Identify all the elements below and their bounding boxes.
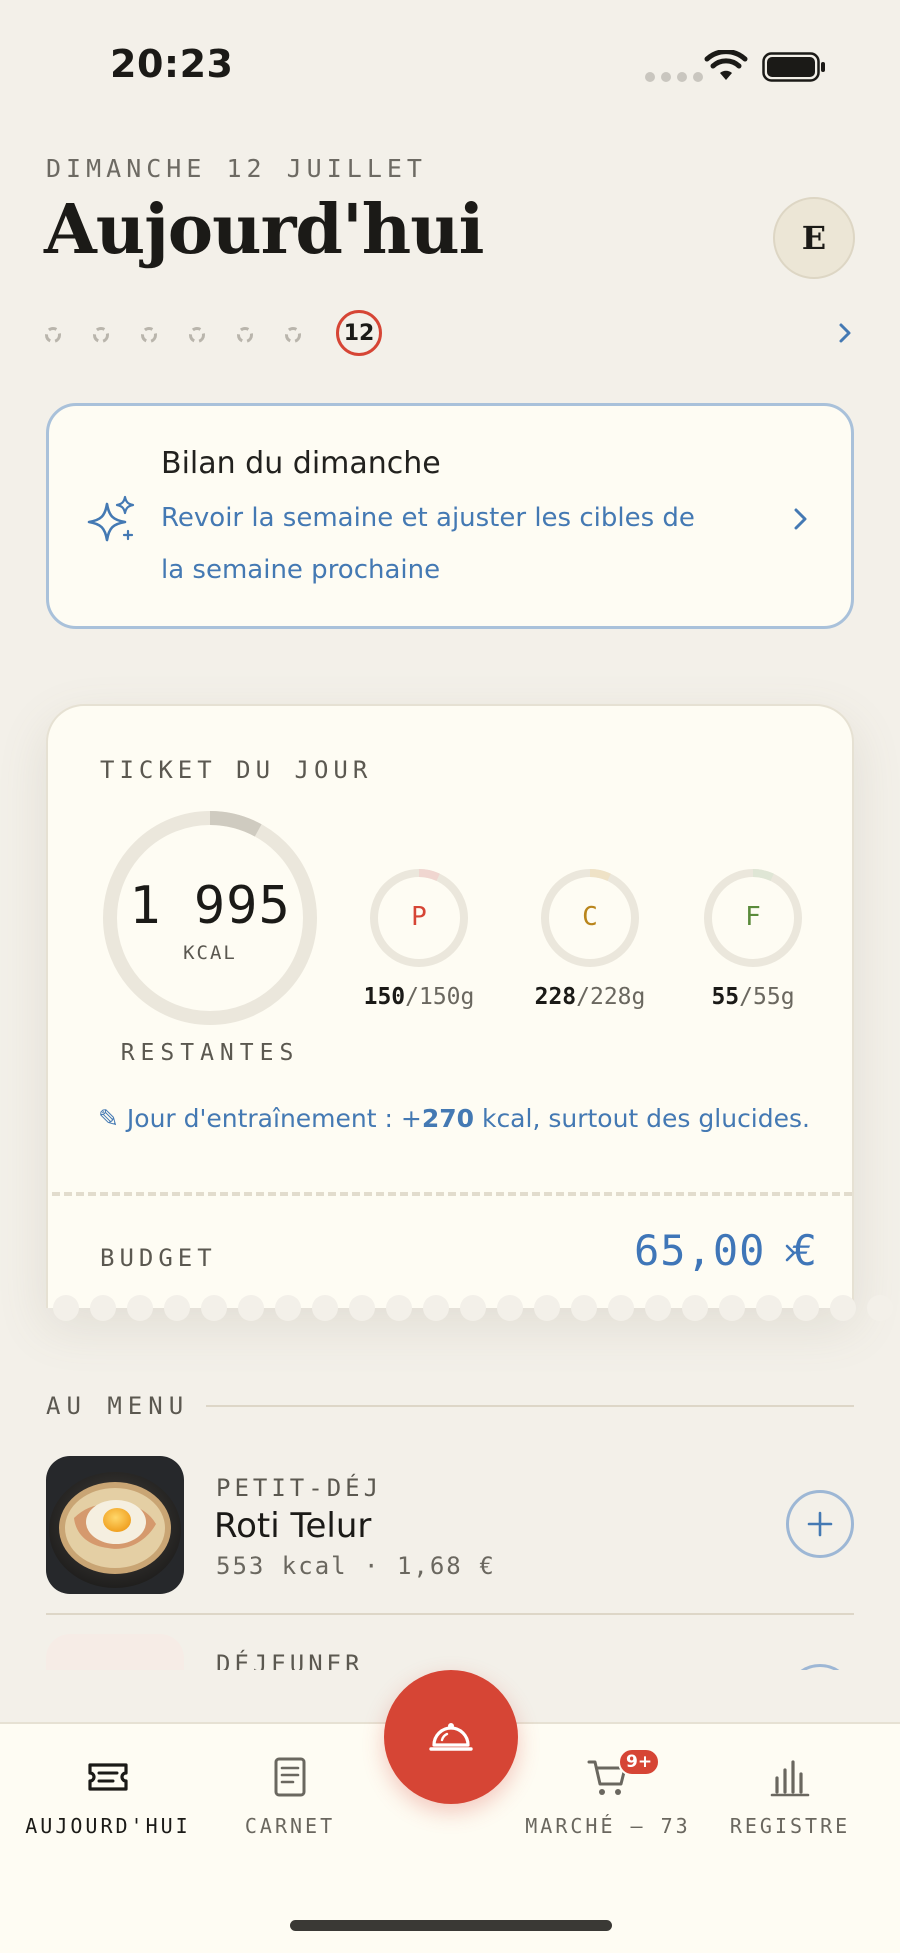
training-note-value: 270 [421,1104,475,1133]
day-progress-icon[interactable] [92,326,110,344]
status-bar: 20:23 [0,0,900,130]
add-meal-fab[interactable] [384,1670,518,1804]
chevron-right-icon [794,508,807,530]
battery-icon [762,52,825,82]
cloche-icon [429,1723,473,1751]
protein-letter: P [411,902,427,932]
tab-market[interactable]: 9+ MARCHÉ — 73 [518,1748,698,1838]
tab-label: AUJOURD'HUI [25,1814,191,1838]
tab-registry[interactable]: REGISTRE [700,1754,880,1838]
training-note: ✎ Jour d'entraînement : +270 kcal, surto… [98,1104,810,1133]
tab-today[interactable]: AUJOURD'HUI [18,1754,198,1838]
page-title: Aujourd'hui [44,190,484,270]
ticket-scalloped-edge [53,1295,893,1321]
training-note-suffix: kcal, surtout des glucides. [474,1104,810,1133]
macro-carbs: C 228/228g [525,866,655,1010]
tab-label: REGISTRE [729,1814,851,1838]
meal-photo[interactable] [46,1634,184,1670]
protein-total: /150g [405,984,475,1010]
day-progress-icon[interactable] [188,326,206,344]
chevron-right-icon[interactable] [782,1240,800,1266]
protein-remaining: 150 [363,984,406,1010]
calories-unit: KCAL [183,942,237,964]
fat-letter: F [745,902,761,932]
ticket-label: TICKET DU JOUR [100,756,373,784]
tab-label: CARNET [244,1814,336,1838]
carbs-letter: C [582,902,598,932]
avatar[interactable]: E [773,197,855,279]
notebook-icon [274,1757,306,1797]
cellular-signal-icon [645,72,703,82]
calories-caption: RESTANTES [120,1040,300,1066]
macro-protein: P 150/150g [354,866,484,1010]
carbs-amount: 228/228g [525,984,655,1010]
status-time: 20:23 [110,42,234,86]
fat-total: /55g [739,984,795,1010]
weekly-review-card[interactable]: Bilan du dimanche Revoir la semaine et a… [46,403,854,629]
meal-item-partial: DÉJEUNER [0,1614,900,1670]
add-meal-button[interactable] [786,1664,854,1670]
fat-amount: 55/55g [688,984,818,1010]
day-progress-icon[interactable] [236,326,254,344]
add-meal-button[interactable] [786,1490,854,1558]
training-note-prefix: ✎ Jour d'entraînement : + [98,1104,422,1133]
day-progress-icon[interactable] [140,326,158,344]
menu-divider [206,1405,854,1407]
day-progress-icon[interactable] [44,326,62,344]
meal-name[interactable]: Roti Telur [214,1506,371,1546]
carbs-remaining: 228 [534,984,577,1010]
calories-remaining-value: 1 995 [129,876,291,936]
ticket-icon [88,1763,128,1791]
meal-type: PETIT-DÉJ [216,1474,383,1502]
carbs-total: /228g [576,984,646,1010]
day-progress-icon[interactable] [284,326,302,344]
macro-fat: F 55/55g [688,866,818,1010]
avatar-initial: E [801,219,827,257]
budget-label: BUDGET [100,1244,217,1272]
date-label: DIMANCHE 12 JUILLET [46,154,427,183]
week-strip: 12 [44,310,864,358]
daily-ticket-card: TICKET DU JOUR 1 995 KCAL RESTANTES P 15… [46,704,854,1308]
wifi-icon [704,50,748,80]
home-indicator [290,1920,612,1931]
ticket-perforation [52,1192,852,1196]
meal-type: DÉJEUNER [216,1650,364,1670]
menu-section-header: AU MENU [46,1392,190,1420]
tab-notebook[interactable]: CARNET [200,1754,380,1838]
sparkle-icon [87,495,135,542]
protein-amount: 150/150g [354,984,484,1010]
tab-label: MARCHÉ — 73 [525,1814,691,1838]
meal-photo[interactable] [46,1456,184,1594]
meal-meta: 553 kcal · 1,68 € [216,1552,496,1580]
cart-badge: 9+ [618,1748,661,1776]
chevron-right-icon[interactable] [832,320,858,346]
fat-remaining: 55 [711,984,740,1010]
bar-chart-icon [770,1760,810,1797]
plus-icon [807,1511,833,1537]
review-title: Bilan du dimanche [161,446,441,481]
current-day[interactable]: 12 [336,310,382,356]
review-subtitle: Revoir la semaine et ajuster les cibles … [161,503,695,585]
